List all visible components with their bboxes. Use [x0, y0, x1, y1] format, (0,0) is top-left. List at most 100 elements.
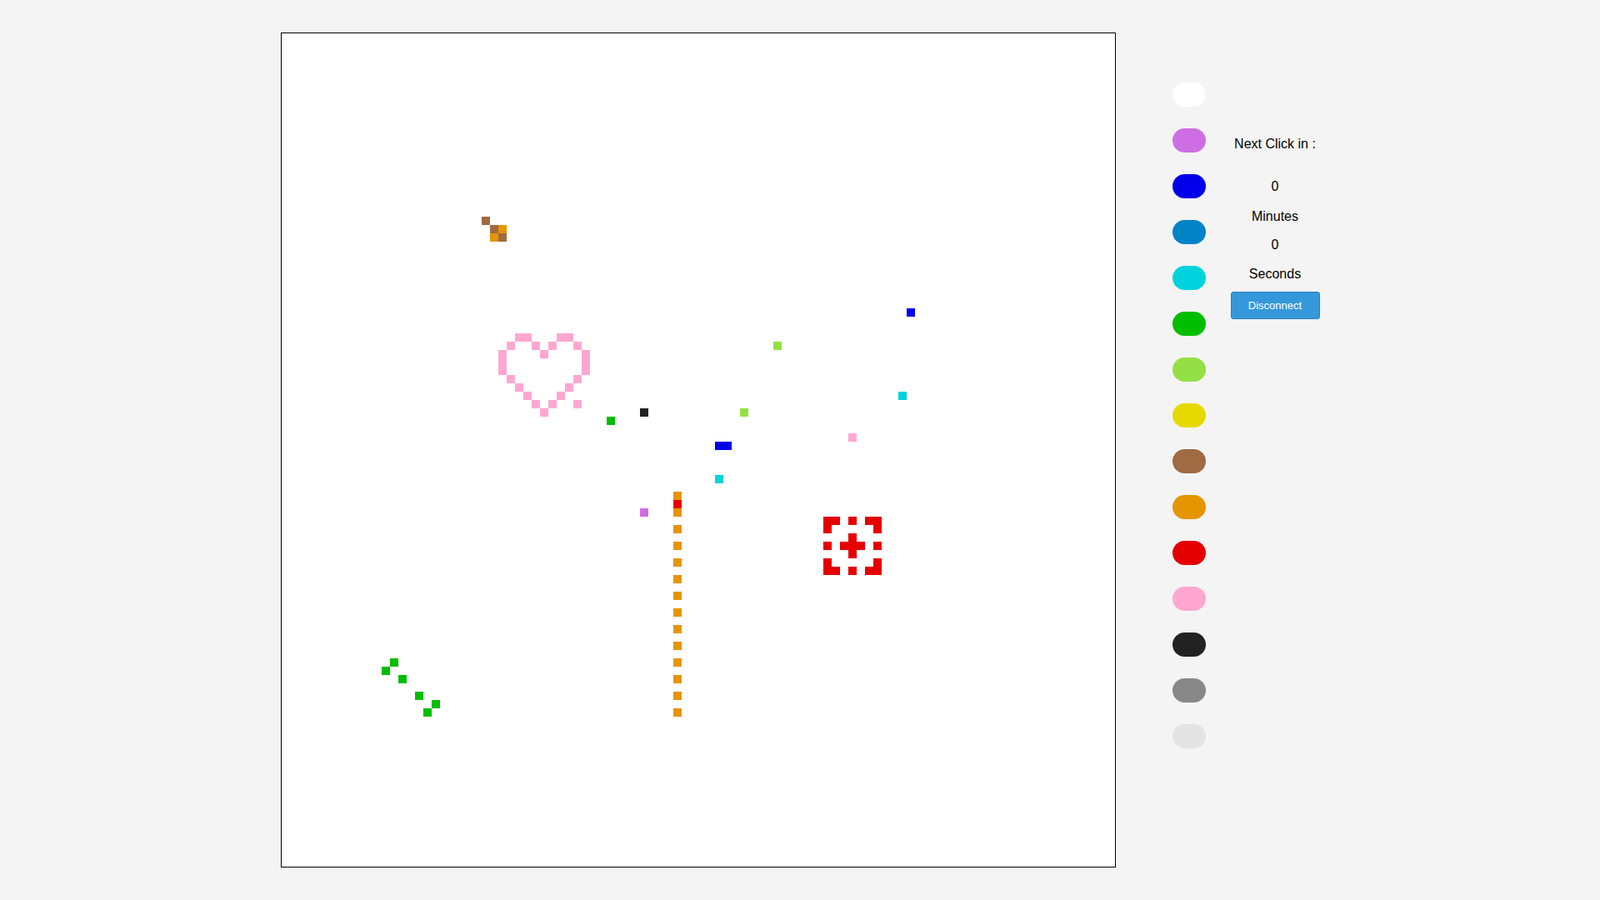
- canvas-pixel: [856, 541, 865, 550]
- canvas-pixel: [673, 625, 682, 634]
- canvas-pixel: [831, 566, 840, 575]
- disconnect-button[interactable]: Disconnect: [1230, 291, 1320, 320]
- canvas-pixel: [573, 341, 582, 350]
- canvas-pixel: [581, 350, 590, 359]
- canvas-pixel: [540, 350, 549, 359]
- canvas-pixel: [573, 400, 582, 409]
- canvas-pixel: [865, 516, 874, 525]
- canvas-pixel: [556, 333, 565, 342]
- canvas-pixel: [823, 566, 832, 575]
- canvas-pixel: [873, 525, 882, 534]
- palette-color[interactable]: [1172, 174, 1206, 199]
- canvas-pixel: [381, 666, 390, 675]
- palette-color[interactable]: [1172, 678, 1206, 703]
- canvas-pixel: [673, 641, 682, 650]
- canvas-pixel: [848, 433, 857, 442]
- canvas-pixel: [498, 358, 507, 367]
- canvas-pixel: [831, 516, 840, 525]
- canvas-pixel: [490, 225, 499, 234]
- canvas-pixel: [540, 408, 549, 417]
- canvas-pixel: [873, 516, 882, 525]
- canvas-pixel: [581, 366, 590, 375]
- canvas-pixel: [673, 591, 682, 600]
- canvas-pixel: [773, 341, 782, 350]
- canvas-pixel: [848, 533, 857, 542]
- canvas-pixel: [673, 708, 682, 717]
- canvas-pixel: [715, 475, 724, 484]
- timer-panel: Next Click in : 0 Minutes 0 Seconds Disc…: [1216, 32, 1334, 320]
- palette-color[interactable]: [1172, 495, 1206, 520]
- canvas-pixel: [823, 516, 832, 525]
- canvas-pixel: [873, 541, 882, 550]
- canvas-pixel: [673, 525, 682, 534]
- minutes-value: 0: [1271, 176, 1280, 197]
- canvas-pixel: [398, 675, 407, 684]
- canvas-pixel: [673, 608, 682, 617]
- canvas-pixel: [573, 375, 582, 384]
- palette-color[interactable]: [1172, 586, 1206, 611]
- canvas-pixel: [415, 691, 424, 700]
- palette-color[interactable]: [1172, 311, 1206, 336]
- canvas-pixel: [673, 508, 682, 517]
- canvas-pixel: [556, 391, 565, 400]
- canvas-pixel: [640, 408, 649, 417]
- canvas-pixel: [531, 400, 540, 409]
- palette-color[interactable]: [1172, 449, 1206, 474]
- canvas-pixel: [515, 383, 524, 392]
- palette-color[interactable]: [1172, 403, 1206, 428]
- canvas-pixel: [490, 233, 499, 242]
- canvas-pixel: [848, 541, 857, 550]
- canvas-pixel: [840, 541, 849, 550]
- palette-color[interactable]: [1172, 540, 1206, 565]
- palette-color[interactable]: [1172, 632, 1206, 657]
- canvas-pixel: [848, 550, 857, 559]
- minutes-label: Minutes: [1251, 206, 1299, 227]
- canvas-pixel: [515, 333, 524, 342]
- canvas-pixel: [898, 391, 907, 400]
- canvas-pixel: [581, 358, 590, 367]
- canvas-pixel: [498, 366, 507, 375]
- canvas-pixel: [865, 566, 874, 575]
- canvas-pixel: [565, 383, 574, 392]
- canvas-pixel: [498, 233, 507, 242]
- canvas-pixel: [873, 566, 882, 575]
- palette-color[interactable]: [1172, 357, 1206, 382]
- canvas-pixel: [423, 708, 432, 717]
- canvas-pixel: [565, 333, 574, 342]
- timer-label: Next Click in :: [1234, 134, 1316, 155]
- canvas-pixel: [673, 491, 682, 500]
- canvas-pixel: [673, 691, 682, 700]
- canvas-pixel: [906, 308, 915, 317]
- canvas-pixel: [673, 541, 682, 550]
- seconds-label: Seconds: [1249, 264, 1301, 285]
- canvas-pixel: [740, 408, 749, 417]
- palette-color[interactable]: [1172, 265, 1206, 290]
- color-palette: [1172, 82, 1206, 749]
- palette-color[interactable]: [1172, 220, 1206, 245]
- canvas-pixel: [848, 516, 857, 525]
- canvas-pixel: [498, 225, 507, 234]
- canvas-pixel: [823, 558, 832, 567]
- canvas-pixel: [823, 525, 832, 534]
- canvas-pixel: [531, 341, 540, 350]
- canvas-pixel: [673, 500, 682, 509]
- canvas-pixel: [498, 350, 507, 359]
- palette-color[interactable]: [1172, 724, 1206, 749]
- palette-color[interactable]: [1172, 128, 1206, 153]
- canvas-pixel: [431, 700, 440, 709]
- canvas-pixel: [823, 541, 832, 550]
- canvas-pixel: [523, 333, 532, 342]
- canvas-pixel: [390, 658, 399, 667]
- canvas-pixel: [506, 375, 515, 384]
- canvas-pixel: [673, 575, 682, 584]
- canvas-pixel: [506, 341, 515, 350]
- canvas-pixel: [481, 216, 490, 225]
- canvas-pixel: [523, 391, 532, 400]
- canvas-pixel: [673, 658, 682, 667]
- canvas-pixel: [673, 558, 682, 567]
- canvas-pixel: [548, 400, 557, 409]
- pixel-canvas[interactable]: [280, 32, 1116, 868]
- palette-color[interactable]: [1172, 82, 1206, 107]
- canvas-pixel: [606, 416, 615, 425]
- canvas-pixel: [640, 508, 649, 517]
